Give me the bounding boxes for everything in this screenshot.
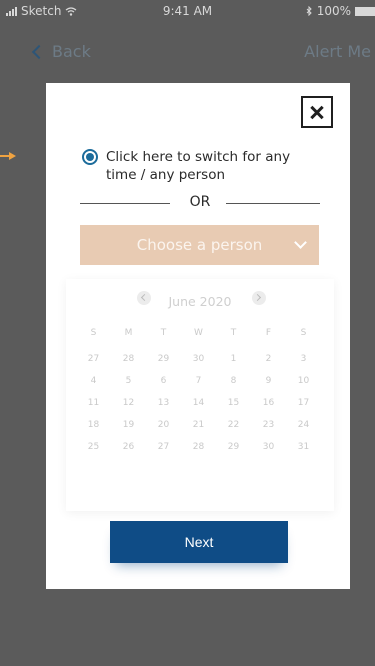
any-time-person-option[interactable]: Click here to switch for any time / any …: [82, 148, 322, 184]
calendar-day[interactable]: 14: [181, 394, 216, 412]
weekday-label: F: [265, 328, 272, 338]
calendar-day[interactable]: 27: [76, 350, 111, 368]
calendar-day[interactable]: 7: [181, 372, 216, 390]
calendar-day[interactable]: 4: [76, 372, 111, 390]
week-row: 27 28 29 30 1 2 3: [76, 350, 321, 368]
calendar-day[interactable]: 26: [111, 438, 146, 456]
weekday-row: S M T W T F S: [76, 324, 321, 342]
calendar-day[interactable]: 19: [111, 416, 146, 434]
calendar-day[interactable]: 5: [111, 372, 146, 390]
divider-line-right: [226, 203, 320, 204]
calendar-day[interactable]: 28: [111, 350, 146, 368]
status-bar: Sketch 9:41 AM 100%: [0, 0, 375, 22]
calendar-grid: S M T W T F S 27 28 29 30 1 2 3 4 5 6 7 …: [76, 324, 321, 460]
weekday-label: T: [230, 328, 237, 338]
calendar-day[interactable]: 9: [251, 372, 286, 390]
hint-arrow-icon: [0, 152, 16, 160]
calendar-day[interactable]: 15: [216, 394, 251, 412]
weekday-label: T: [160, 328, 167, 338]
calendar-day[interactable]: 30: [181, 350, 216, 368]
calendar-day[interactable]: 25: [76, 438, 111, 456]
week-row: 18 19 20 21 22 23 24: [76, 416, 321, 434]
calendar-day[interactable]: 22: [216, 416, 251, 434]
weekday-label: W: [194, 328, 203, 338]
choose-person-dropdown[interactable]: Choose a person: [80, 225, 319, 265]
calendar-day[interactable]: 12: [111, 394, 146, 412]
week-row: 4 5 6 7 8 9 10: [76, 372, 321, 390]
alert-me-button[interactable]: Alert Me: [304, 42, 371, 61]
or-text: OR: [189, 194, 211, 210]
calendar-day[interactable]: 29: [146, 350, 181, 368]
calendar-day[interactable]: 16: [251, 394, 286, 412]
nav-bar: Back Alert Me: [0, 40, 375, 64]
calendar-day[interactable]: 21: [181, 416, 216, 434]
calendar-day[interactable]: 29: [216, 438, 251, 456]
radio-label: Click here to switch for any time / any …: [106, 149, 291, 183]
calendar-day[interactable]: 24: [286, 416, 321, 434]
calendar-day[interactable]: 8: [216, 372, 251, 390]
close-icon[interactable]: [301, 96, 333, 128]
calendar-day[interactable]: 28: [181, 438, 216, 456]
dropdown-placeholder: Choose a person: [136, 236, 263, 254]
radio-selected-icon[interactable]: [82, 149, 98, 165]
chevron-down-icon: [294, 236, 307, 249]
calendar-day[interactable]: 13: [146, 394, 181, 412]
calendar: June 2020 S M T W T F S 27 28 29 30 1 2 …: [66, 279, 334, 511]
calendar-day[interactable]: 1: [216, 350, 251, 368]
calendar-day[interactable]: 18: [76, 416, 111, 434]
week-row: 11 12 13 14 15 16 17: [76, 394, 321, 412]
calendar-day[interactable]: 11: [76, 394, 111, 412]
calendar-header: June 2020: [66, 291, 334, 311]
or-divider: OR: [80, 193, 320, 213]
calendar-day[interactable]: 10: [286, 372, 321, 390]
calendar-day[interactable]: 17: [286, 394, 321, 412]
calendar-day[interactable]: 31: [286, 438, 321, 456]
calendar-day[interactable]: 20: [146, 416, 181, 434]
back-chevron-icon: [31, 44, 47, 59]
weekday-label: M: [124, 328, 133, 338]
next-button[interactable]: Next: [110, 521, 288, 563]
battery-icon: [355, 6, 375, 16]
calendar-day[interactable]: 3: [286, 350, 321, 368]
calendar-day[interactable]: 6: [146, 372, 181, 390]
bluetooth-icon: [306, 6, 312, 16]
calendar-next-icon[interactable]: [252, 291, 266, 305]
calendar-month-label: June 2020: [168, 294, 232, 309]
calendar-day[interactable]: 30: [251, 438, 286, 456]
weekday-label: S: [90, 328, 97, 338]
calendar-day[interactable]: 2: [251, 350, 286, 368]
selection-modal: Click here to switch for any time / any …: [46, 83, 350, 589]
back-button[interactable]: Back: [31, 42, 91, 61]
calendar-prev-icon[interactable]: [137, 291, 151, 305]
battery-percent: 100%: [316, 4, 351, 18]
calendar-day[interactable]: 27: [146, 438, 181, 456]
back-label: Back: [52, 42, 91, 61]
week-row: 25 26 27 28 29 30 31: [76, 438, 321, 456]
weekday-label: S: [300, 328, 307, 338]
status-right: 100%: [306, 4, 375, 18]
calendar-day[interactable]: 23: [251, 416, 286, 434]
